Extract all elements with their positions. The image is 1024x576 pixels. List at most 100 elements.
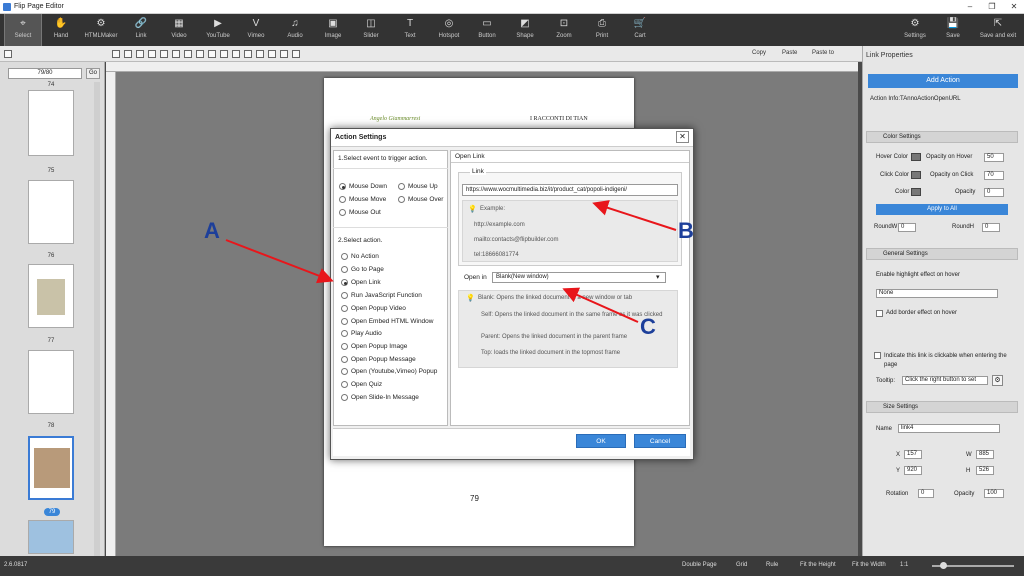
redo-icon[interactable]	[268, 50, 276, 58]
copy-button[interactable]: Copy	[752, 50, 766, 56]
opacity2-input[interactable]: 100	[984, 489, 1004, 498]
grid-icon[interactable]	[280, 50, 288, 58]
radio-embed-html[interactable]	[341, 318, 348, 325]
fit-width-button[interactable]: Fit the Width	[852, 562, 886, 568]
tool-cart[interactable]: 🛒 Cart	[621, 14, 659, 46]
roundh-input[interactable]: 0	[982, 223, 1000, 232]
click-color-swatch[interactable]	[911, 171, 921, 179]
radio-popup-video[interactable]	[341, 305, 348, 312]
settings-button[interactable]: ⚙ Settings	[896, 14, 934, 46]
opacity-hover-select[interactable]: 50	[984, 153, 1004, 162]
color-settings-header[interactable]: Color Settings	[866, 131, 1018, 143]
apply-to-all-button[interactable]: Apply to All	[876, 204, 1008, 215]
tooltip-input[interactable]: Click the right button to set	[902, 376, 988, 385]
radio-youtube-vimeo-popup[interactable]	[341, 368, 348, 375]
minimize-button[interactable]: –	[964, 1, 976, 13]
radio-mouse-out[interactable]	[339, 209, 346, 216]
tool-hand[interactable]: ✋ Hand	[42, 14, 80, 46]
tool-select[interactable]: ⌖ Select	[4, 14, 42, 46]
highlight-select[interactable]: None	[876, 289, 998, 298]
size-settings-header[interactable]: Size Settings	[866, 401, 1018, 413]
save-and-exit-button[interactable]: ⇱ Save and exit	[976, 14, 1020, 46]
undo-icon[interactable]	[256, 50, 264, 58]
radio-mouse-over[interactable]	[398, 196, 405, 203]
thumbnail-page-78[interactable]	[28, 350, 74, 414]
zoom-slider-handle[interactable]	[940, 562, 947, 569]
x-input[interactable]: 157	[904, 450, 922, 459]
add-action-button[interactable]: Add Action	[868, 74, 1018, 88]
tool-youtube[interactable]: ▶ YouTube	[199, 14, 237, 46]
hover-color-swatch[interactable]	[911, 153, 921, 161]
ungroup-icon[interactable]	[244, 50, 252, 58]
distribute-h-icon[interactable]	[184, 50, 192, 58]
url-input[interactable]: https://www.wocmultimedia.biz/it/product…	[462, 184, 678, 196]
paste-to-button[interactable]: Paste to	[812, 50, 834, 56]
go-button[interactable]: Go	[86, 68, 100, 79]
radio-mouse-up[interactable]	[398, 183, 405, 190]
paste-button[interactable]: Paste	[782, 50, 797, 56]
align-right-icon[interactable]	[136, 50, 144, 58]
tool-audio[interactable]: ♫ Audio	[276, 14, 314, 46]
align-center-icon[interactable]	[124, 50, 132, 58]
tool-button[interactable]: ▭ Button	[468, 14, 506, 46]
dialog-close-button[interactable]: ✕	[676, 131, 689, 143]
distribute-v-icon[interactable]	[196, 50, 204, 58]
tool-video[interactable]: ▦ Video	[160, 14, 198, 46]
open-in-select[interactable]: Blank(New window)	[492, 272, 666, 283]
tool-vimeo[interactable]: V Vimeo	[237, 14, 275, 46]
border-effect-checkbox[interactable]	[876, 310, 883, 317]
align-middle-icon[interactable]	[160, 50, 168, 58]
align-bottom-icon[interactable]	[172, 50, 180, 58]
thumbnail-page-80[interactable]	[28, 520, 74, 554]
radio-popup-message[interactable]	[341, 356, 348, 363]
radio-go-to-page[interactable]	[341, 266, 348, 273]
general-settings-header[interactable]: General Settings	[866, 248, 1018, 260]
align-left-icon[interactable]	[112, 50, 120, 58]
restore-button[interactable]: ❐	[986, 1, 998, 13]
radio-run-javascript[interactable]	[341, 292, 348, 299]
indicate-clickable-checkbox[interactable]	[874, 352, 881, 359]
tool-hotspot[interactable]: ◎ Hotspot	[430, 14, 468, 46]
opacity-click-select[interactable]: 70	[984, 171, 1004, 180]
page-number-input[interactable]: 79/80	[8, 68, 82, 79]
roundw-input[interactable]: 0	[898, 223, 916, 232]
tool-text[interactable]: T Text	[391, 14, 429, 46]
rule-toggle[interactable]: Rule	[766, 562, 778, 568]
delete-icon[interactable]	[292, 50, 300, 58]
tool-link[interactable]: 🔗 Link	[122, 14, 160, 46]
radio-open-quiz[interactable]	[341, 381, 348, 388]
w-input[interactable]: 885	[976, 450, 994, 459]
thumbnail-page-76[interactable]	[28, 180, 74, 244]
opacity-select[interactable]: 0	[984, 188, 1004, 197]
tool-slider[interactable]: ◫ Slider	[352, 14, 390, 46]
y-input[interactable]: 920	[904, 466, 922, 475]
thumbnail-page-74[interactable]	[28, 90, 74, 156]
tool-htmlmaker[interactable]: ⚙ HTMLMaker	[82, 14, 120, 46]
rotation-input[interactable]: 0	[918, 489, 934, 498]
send-back-icon[interactable]	[220, 50, 228, 58]
fit-height-button[interactable]: Fit the Height	[800, 562, 836, 568]
double-page-toggle[interactable]: Double Page	[682, 562, 717, 568]
menu-icon[interactable]	[4, 50, 12, 58]
bring-front-icon[interactable]	[208, 50, 216, 58]
grid-toggle[interactable]: Grid	[736, 562, 747, 568]
save-button[interactable]: 💾 Save	[934, 14, 972, 46]
color-swatch[interactable]	[911, 188, 921, 196]
ok-button[interactable]: OK	[576, 434, 626, 448]
radio-play-audio[interactable]	[341, 330, 348, 337]
h-input[interactable]: 526	[976, 466, 994, 475]
group-icon[interactable]	[232, 50, 240, 58]
radio-slide-in-message[interactable]	[341, 394, 348, 401]
tooltip-settings-icon[interactable]: ⚙	[992, 375, 1003, 386]
tool-image[interactable]: ▣ Image	[314, 14, 352, 46]
chevron-down-icon[interactable]: ▾	[656, 272, 660, 283]
thumbnail-page-79[interactable]	[28, 436, 74, 500]
align-top-icon[interactable]	[148, 50, 156, 58]
radio-no-action[interactable]	[341, 253, 348, 260]
close-window-button[interactable]: ✕	[1008, 1, 1020, 13]
radio-mouse-move[interactable]	[339, 196, 346, 203]
tool-shape[interactable]: ◩ Shape	[506, 14, 544, 46]
radio-open-link[interactable]	[341, 279, 348, 286]
cancel-button[interactable]: Cancel	[634, 434, 686, 448]
tool-zoom[interactable]: ⊡ Zoom	[545, 14, 583, 46]
